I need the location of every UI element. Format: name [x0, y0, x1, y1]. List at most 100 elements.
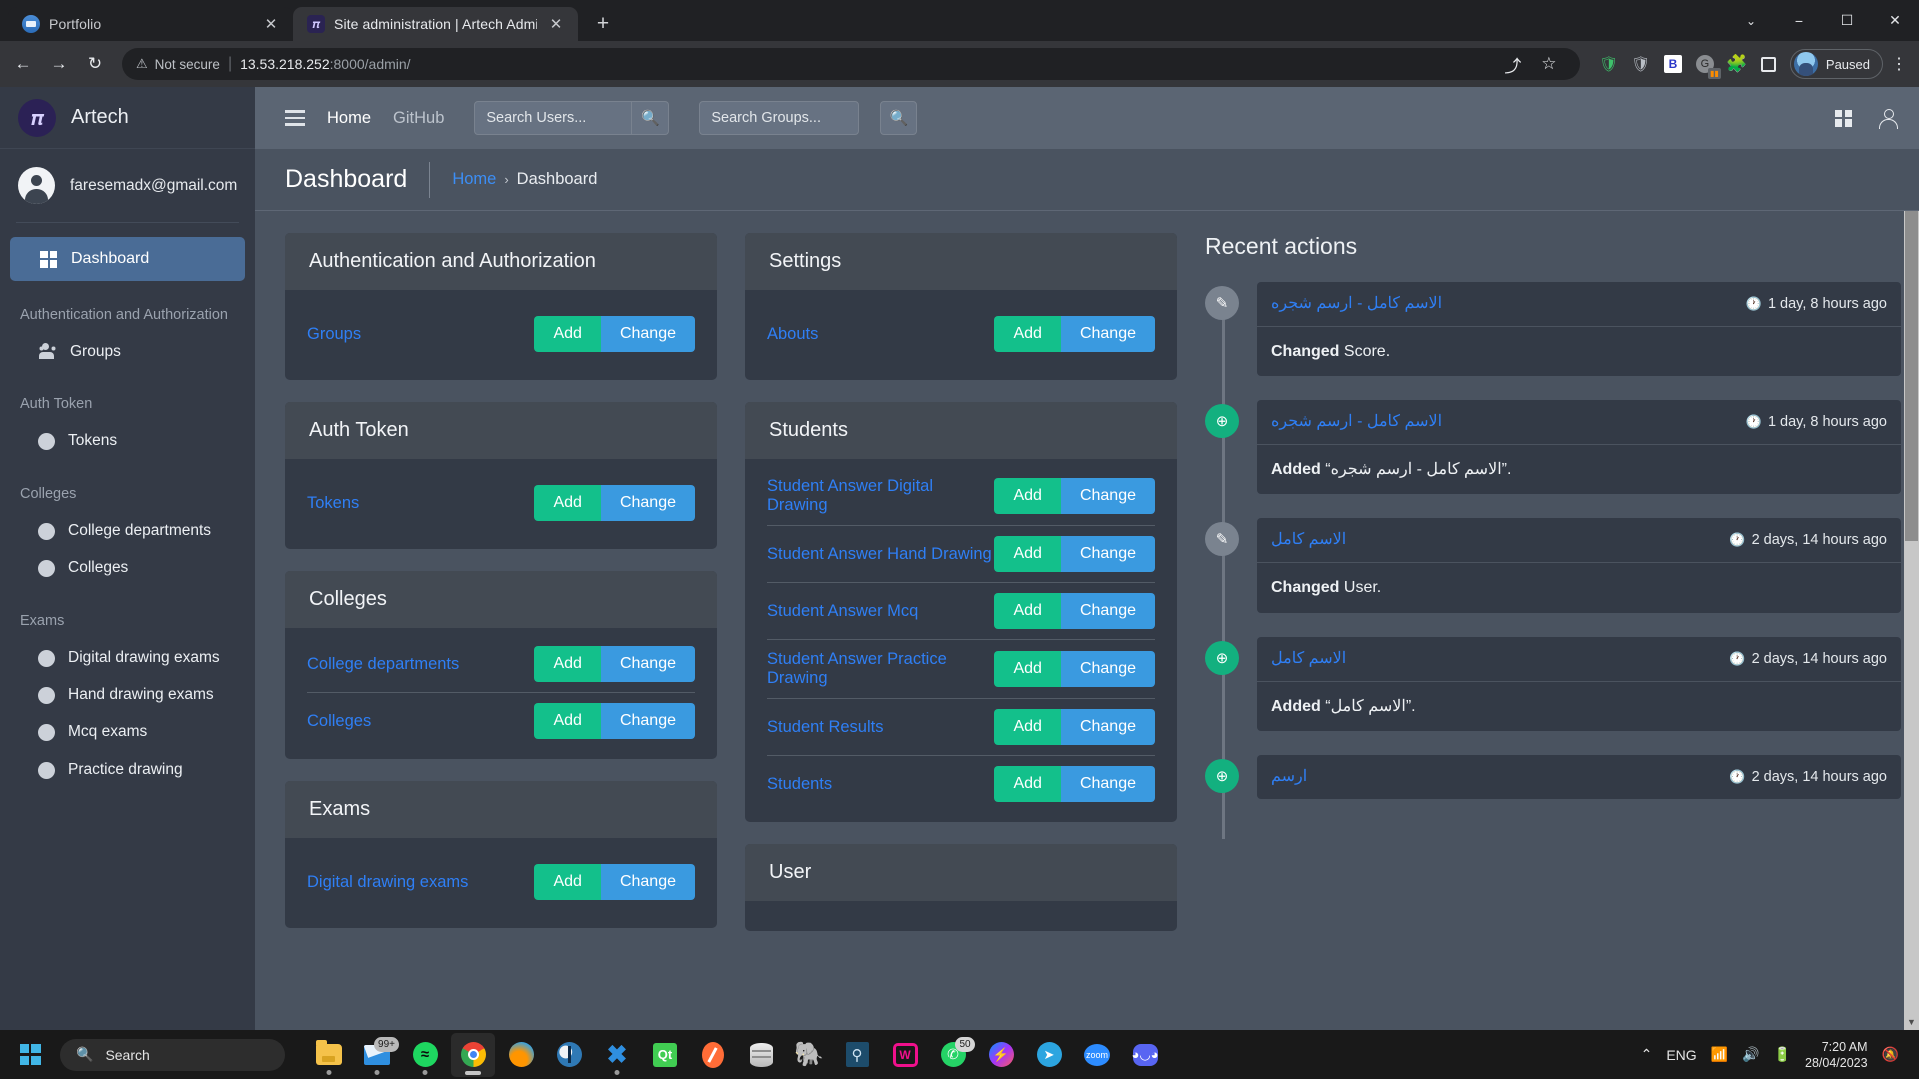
- recent-action-object-link[interactable]: ارسم: [1271, 767, 1307, 787]
- notifications-muted-icon[interactable]: 🔕: [1882, 1046, 1899, 1063]
- model-link[interactable]: Abouts: [767, 325, 818, 344]
- hamburger-icon[interactable]: [285, 110, 305, 126]
- dbeaver-icon[interactable]: ⚲: [835, 1033, 879, 1077]
- postgresql-icon[interactable]: 🐘: [787, 1033, 831, 1077]
- not-secure-badge[interactable]: ⚠ Not secure: [136, 56, 220, 72]
- model-link[interactable]: Colleges: [307, 712, 371, 731]
- sidebar-item-digital-drawing-exams[interactable]: Digital drawing exams: [0, 639, 255, 676]
- change-button[interactable]: Change: [601, 864, 695, 900]
- change-button[interactable]: Change: [1061, 766, 1155, 802]
- search-groups-input[interactable]: [699, 101, 859, 135]
- profile-button[interactable]: Paused: [1790, 49, 1883, 79]
- change-button[interactable]: Change: [1061, 478, 1155, 514]
- search-groups-button[interactable]: 🔍: [880, 101, 917, 135]
- model-link[interactable]: Groups: [307, 325, 361, 344]
- maximize-icon[interactable]: ☐: [1823, 0, 1871, 41]
- reload-icon[interactable]: ↻: [78, 47, 112, 81]
- breadcrumb-home-link[interactable]: Home: [452, 170, 496, 189]
- model-link[interactable]: Student Results: [767, 718, 883, 737]
- windows-start-icon[interactable]: [10, 1035, 50, 1075]
- qt-creator-icon[interactable]: Qt: [643, 1033, 687, 1077]
- minimize-icon[interactable]: −: [1775, 0, 1823, 41]
- recent-action-object-link[interactable]: الاسم كامل: [1271, 530, 1346, 550]
- whatsapp-icon[interactable]: ✆50: [931, 1033, 975, 1077]
- file-explorer-icon[interactable]: [307, 1033, 351, 1077]
- chrome-icon[interactable]: [451, 1033, 495, 1077]
- adblock-shield-icon[interactable]: 🛡: [1596, 51, 1622, 77]
- share-icon[interactable]: ⤴: [1496, 47, 1530, 81]
- change-button[interactable]: Change: [1061, 536, 1155, 572]
- add-button[interactable]: Add: [994, 709, 1060, 745]
- privacy-shield-icon[interactable]: 🛡: [1628, 51, 1654, 77]
- chevron-down-icon[interactable]: ⌄: [1727, 0, 1775, 41]
- battery-charging-icon[interactable]: 🔋: [1774, 1046, 1791, 1063]
- discord-icon[interactable]: ◕◡◕: [1123, 1033, 1167, 1077]
- user-account-icon[interactable]: [1878, 109, 1897, 128]
- bitwarden-icon[interactable]: B: [1660, 51, 1686, 77]
- topnav-home-link[interactable]: Home: [327, 109, 371, 128]
- model-link[interactable]: Digital drawing exams: [307, 873, 468, 892]
- change-button[interactable]: Change: [601, 703, 695, 739]
- add-button[interactable]: Add: [534, 703, 600, 739]
- recent-action-object-link[interactable]: الاسم كامل - ارسم شجره: [1271, 412, 1442, 432]
- model-link[interactable]: Student Answer Practice Drawing: [767, 650, 994, 688]
- add-button[interactable]: Add: [534, 316, 600, 352]
- add-button[interactable]: Add: [994, 478, 1060, 514]
- sidebar-user[interactable]: faresemadx@gmail.com: [0, 149, 255, 222]
- sidebar-item-dashboard[interactable]: Dashboard: [10, 237, 245, 281]
- topnav-github-link[interactable]: GitHub: [393, 109, 444, 128]
- back-icon[interactable]: ←: [6, 47, 40, 81]
- sidebar-item-tokens[interactable]: Tokens: [0, 422, 255, 459]
- sidebar-item-colleges[interactable]: Colleges: [0, 549, 255, 586]
- change-button[interactable]: Change: [1061, 709, 1155, 745]
- add-button[interactable]: Add: [994, 316, 1060, 352]
- forward-icon[interactable]: →: [42, 47, 76, 81]
- wifi-icon[interactable]: 📶: [1711, 1046, 1728, 1063]
- sidebar-item-groups[interactable]: Groups: [0, 333, 255, 370]
- model-link[interactable]: Student Answer Digital Drawing: [767, 477, 994, 515]
- scrollbar-thumb[interactable]: [1905, 211, 1918, 541]
- firefox-icon[interactable]: [499, 1033, 543, 1077]
- close-window-icon[interactable]: ✕: [1871, 0, 1919, 41]
- change-button[interactable]: Change: [601, 316, 695, 352]
- search-icon[interactable]: 🔍: [632, 101, 669, 135]
- extensions-puzzle-icon[interactable]: 🧩: [1724, 51, 1750, 77]
- vscode-icon[interactable]: ✖: [595, 1033, 639, 1077]
- speaker-icon[interactable]: 🔊: [1742, 1046, 1759, 1063]
- telegram-icon[interactable]: ➤: [1027, 1033, 1071, 1077]
- mail-icon[interactable]: 99+: [355, 1033, 399, 1077]
- database-icon[interactable]: [739, 1033, 783, 1077]
- scroll-down-icon[interactable]: ▼: [1904, 1014, 1919, 1030]
- ultralytics-icon[interactable]: W: [883, 1033, 927, 1077]
- new-tab-button[interactable]: +: [586, 7, 620, 41]
- change-button[interactable]: Change: [1061, 316, 1155, 352]
- postman-icon[interactable]: [691, 1033, 735, 1077]
- model-link[interactable]: Student Answer Mcq: [767, 602, 918, 621]
- add-button[interactable]: Add: [534, 485, 600, 521]
- page-scrollbar[interactable]: ▲ ▼: [1904, 211, 1919, 1030]
- browser-tab-artech-admin[interactable]: 𝝅 Site administration | Artech Admi ✕: [293, 7, 578, 41]
- add-button[interactable]: Add: [994, 593, 1060, 629]
- zoom-icon[interactable]: zoom: [1075, 1033, 1119, 1077]
- side-panel-icon[interactable]: [1756, 51, 1782, 77]
- language-indicator[interactable]: ENG: [1666, 1047, 1696, 1063]
- model-link[interactable]: Students: [767, 775, 832, 794]
- sidebar-item-practice-drawing[interactable]: Practice drawing: [0, 751, 255, 788]
- sidebar-item-hand-drawing-exams[interactable]: Hand drawing exams: [0, 676, 255, 713]
- brand[interactable]: 𝝅 Artech: [0, 87, 255, 149]
- recent-action-object-link[interactable]: الاسم كامل: [1271, 649, 1346, 669]
- add-button[interactable]: Add: [534, 864, 600, 900]
- change-button[interactable]: Change: [1061, 593, 1155, 629]
- blender-icon[interactable]: [547, 1033, 591, 1077]
- tray-chevron-icon[interactable]: ⌃: [1641, 1046, 1653, 1063]
- sidebar-item-mcq-exams[interactable]: Mcq exams: [0, 713, 255, 750]
- apps-grid-icon[interactable]: [1835, 110, 1852, 127]
- add-button[interactable]: Add: [994, 766, 1060, 802]
- model-link[interactable]: Student Answer Hand Drawing: [767, 545, 992, 564]
- add-button[interactable]: Add: [994, 651, 1060, 687]
- taskbar-search[interactable]: 🔍 Search: [60, 1039, 285, 1071]
- change-button[interactable]: Change: [601, 485, 695, 521]
- grammarly-icon[interactable]: G▮▮: [1692, 51, 1718, 77]
- kebab-menu-icon[interactable]: ⋮: [1885, 54, 1913, 74]
- close-icon[interactable]: ✕: [261, 14, 281, 34]
